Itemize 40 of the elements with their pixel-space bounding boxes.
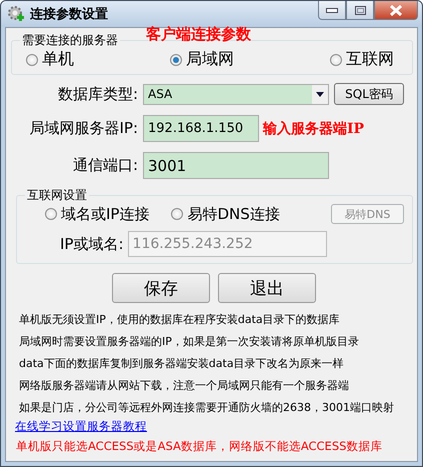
radio-option[interactable]: 域名或IP连接 — [45, 204, 150, 224]
radio-button[interactable] — [171, 208, 184, 220]
close-icon — [390, 4, 402, 16]
field-label: IP或域名: — [60, 234, 124, 254]
radio-option[interactable]: 易特DNS连接 — [171, 204, 280, 224]
dialog-button[interactable]: 保存 — [112, 273, 210, 303]
field-label: 通信端口: — [72, 156, 138, 175]
server-ip-field[interactable]: 192.168.1.150 — [143, 115, 259, 142]
radio-option[interactable]: 互联网 — [330, 49, 394, 70]
help-note: 局域网时需要设置服务器端的IP，如果是第一次安装请将原单机版目录 — [19, 334, 360, 349]
close-button[interactable] — [374, 1, 418, 20]
help-note: 网络版服务器端请从网站下载，注意一个局域网只能有一个服务器端 — [19, 378, 350, 393]
radio-option[interactable]: 局域网 — [170, 49, 234, 70]
database-type-dropdown[interactable]: ASA — [143, 84, 329, 104]
maximize-icon — [354, 6, 366, 14]
radio-button[interactable] — [330, 54, 342, 66]
tutorial-link[interactable]: 在线学习设置服务器教程 — [15, 419, 147, 434]
gear-icon — [7, 5, 25, 23]
radio-button[interactable] — [45, 208, 57, 220]
radio-button[interactable] — [170, 54, 182, 66]
help-note: data下面的数据库复制到服务器端安装data目录下改名为原来一样 — [19, 356, 345, 371]
help-note: 如果是门店，分公司等远程外网连接需要开通防火墙的2638，3001端口映射 — [19, 400, 395, 415]
sql-password-button[interactable]: SQL密码 — [334, 83, 404, 105]
warning-text: 单机版只能选ACCESS或是ASA数据库，网络版不能选ACCESS数据库 — [16, 439, 384, 454]
annotation-hint: 输入服务器端IP — [263, 120, 364, 138]
help-note: 单机版无须设置IP，使用的数据库在程序安装data目录下的数据库 — [19, 312, 341, 327]
maximize-button[interactable] — [346, 1, 374, 20]
field-label: 局域网服务器IP: — [28, 119, 138, 138]
annotation-title: 客户端连接参数 — [146, 25, 251, 44]
field-label: 数据库类型: — [56, 84, 138, 104]
port-field[interactable]: 3001 — [143, 152, 329, 179]
radio-option[interactable]: 单机 — [26, 49, 74, 70]
window-title: 连接参数设置 — [30, 6, 109, 23]
minimize-icon — [326, 8, 338, 12]
radio-button[interactable] — [26, 54, 38, 66]
caret-icon — [316, 92, 324, 96]
minimize-button[interactable] — [318, 1, 346, 20]
group-title: 互联网设置 — [26, 187, 88, 204]
group-title: 需要连接的服务器 — [21, 32, 119, 49]
dialog-button[interactable]: 退出 — [218, 273, 316, 303]
